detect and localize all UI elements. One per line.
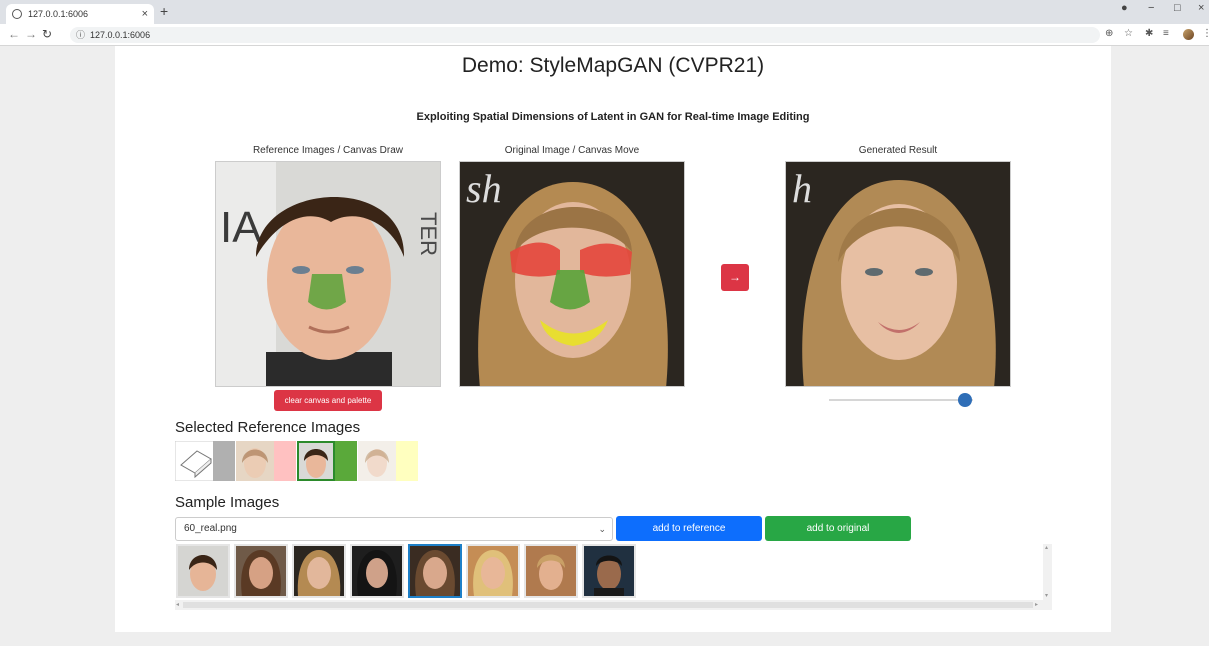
svg-text:TER: TER <box>416 212 441 256</box>
reference-face-thumbnail <box>236 441 296 481</box>
selected-reference-list <box>175 441 419 481</box>
reference-item-3[interactable] <box>358 441 418 481</box>
scroll-right-icon[interactable]: ▸ <box>1035 601 1038 608</box>
browser-tab-bar: 127.0.0.1:6006 × + ● − □ × <box>0 0 1209 24</box>
extensions-icon[interactable]: ✱ <box>1145 28 1153 39</box>
tab-title: 127.0.0.1:6006 <box>28 9 89 19</box>
select-value: 60_real.png <box>184 523 237 534</box>
selected-reference-heading: Selected Reference Images <box>175 419 361 436</box>
scrollbar-thumb[interactable] <box>183 602 1033 608</box>
globe-icon <box>12 9 22 19</box>
face-thumbnail <box>294 546 344 596</box>
star-icon[interactable]: ☆ <box>1124 28 1133 39</box>
close-window-icon[interactable]: × <box>1198 2 1204 14</box>
reference-panel-label: Reference Images / Canvas Draw <box>252 145 404 156</box>
forward-icon[interactable]: → <box>25 27 37 41</box>
original-canvas[interactable]: sh <box>459 161 685 387</box>
menu-icon[interactable]: ⋮ <box>1202 28 1209 39</box>
chevron-down-icon: ⌄ <box>598 524 606 534</box>
back-icon[interactable]: ← <box>8 27 20 41</box>
page-subtitle: Exploiting Spatial Dimensions of Latent … <box>416 111 810 123</box>
profile-avatar[interactable] <box>1183 29 1194 40</box>
sample-thumbnail-6[interactable] <box>466 544 520 598</box>
zoom-icon[interactable]: ⊕ <box>1105 28 1113 39</box>
reference-item-2[interactable] <box>297 441 357 481</box>
result-face-image: h <box>786 162 1010 386</box>
slider-track <box>829 399 973 401</box>
scroll-down-icon[interactable]: ▾ <box>1045 592 1048 599</box>
url-text: 127.0.0.1:6006 <box>90 30 151 40</box>
generate-arrow-button[interactable]: → <box>721 264 749 291</box>
page-title: Demo: StyleMapGAN (CVPR21) <box>461 54 765 77</box>
sample-image-select[interactable]: 60_real.png ⌄ <box>175 517 613 541</box>
clear-canvas-button[interactable]: clear canvas and palette <box>274 390 382 411</box>
add-to-original-button[interactable]: add to original <box>765 516 911 541</box>
eraser-icon <box>175 441 235 481</box>
add-to-reference-button[interactable]: add to reference <box>616 516 762 541</box>
face-thumbnail <box>236 546 286 596</box>
reference-canvas[interactable]: IA TER <box>215 161 441 387</box>
original-face-image: sh <box>460 162 684 386</box>
face-thumbnail <box>526 546 576 596</box>
scroll-up-icon[interactable]: ▴ <box>1045 544 1048 551</box>
sample-thumbnail-4[interactable] <box>350 544 404 598</box>
result-panel-label: Generated Result <box>858 145 938 156</box>
svg-text:h: h <box>792 166 812 211</box>
sample-thumbnail-1[interactable] <box>176 544 230 598</box>
url-input[interactable]: ⓘ 127.0.0.1:6006 <box>70 27 1100 43</box>
maximize-icon[interactable]: □ <box>1174 2 1181 14</box>
face-thumbnail <box>352 546 402 596</box>
sample-thumbnail-5-selected[interactable] <box>408 544 462 598</box>
reading-list-icon[interactable]: ≡ <box>1163 28 1169 39</box>
sample-thumbnail-2[interactable] <box>234 544 288 598</box>
slider-knob[interactable] <box>958 393 972 407</box>
blend-slider[interactable] <box>829 393 973 407</box>
sample-thumbnail-8[interactable] <box>582 544 636 598</box>
info-icon: ⓘ <box>76 30 86 40</box>
original-panel-label: Original Image / Canvas Move <box>504 145 640 156</box>
face-thumbnail <box>584 546 634 596</box>
face-thumbnail <box>410 546 460 596</box>
sample-row <box>176 544 640 598</box>
face-thumbnail <box>178 546 228 596</box>
minimize-icon[interactable]: − <box>1148 2 1154 14</box>
svg-text:IA: IA <box>220 203 262 252</box>
reference-item-1[interactable] <box>236 441 296 481</box>
face-thumbnail <box>468 546 518 596</box>
reference-face-image: IA TER <box>216 162 441 386</box>
new-tab-icon[interactable]: + <box>160 3 168 19</box>
sample-thumbnail-7[interactable] <box>524 544 578 598</box>
reload-icon[interactable]: ↻ <box>42 27 52 41</box>
vertical-scrollbar[interactable]: ▴ ▾ <box>1043 544 1052 610</box>
sample-images-heading: Sample Images <box>175 494 280 511</box>
scroll-left-icon[interactable]: ◂ <box>176 601 179 608</box>
browser-tab[interactable]: 127.0.0.1:6006 × <box>6 4 154 24</box>
generated-result-image: h <box>785 161 1011 387</box>
horizontal-scrollbar[interactable]: ◂ ▸ <box>175 600 1043 610</box>
page-container: Demo: StyleMapGAN (CVPR21) Exploiting Sp… <box>115 46 1111 632</box>
address-bar: ← → ↻ ⓘ 127.0.0.1:6006 ⊕ ☆ ✱ ≡ ⋮ <box>0 24 1209 46</box>
reference-eraser-item[interactable] <box>175 441 235 481</box>
sample-gallery: ◂ ▸ ▴ ▾ <box>175 544 1052 612</box>
svg-text:sh: sh <box>466 166 502 211</box>
sample-thumbnail-3[interactable] <box>292 544 346 598</box>
close-tab-icon[interactable]: × <box>142 8 148 20</box>
record-icon[interactable]: ● <box>1121 2 1128 14</box>
reference-face-thumbnail <box>297 441 357 481</box>
reference-face-thumbnail <box>358 441 418 481</box>
